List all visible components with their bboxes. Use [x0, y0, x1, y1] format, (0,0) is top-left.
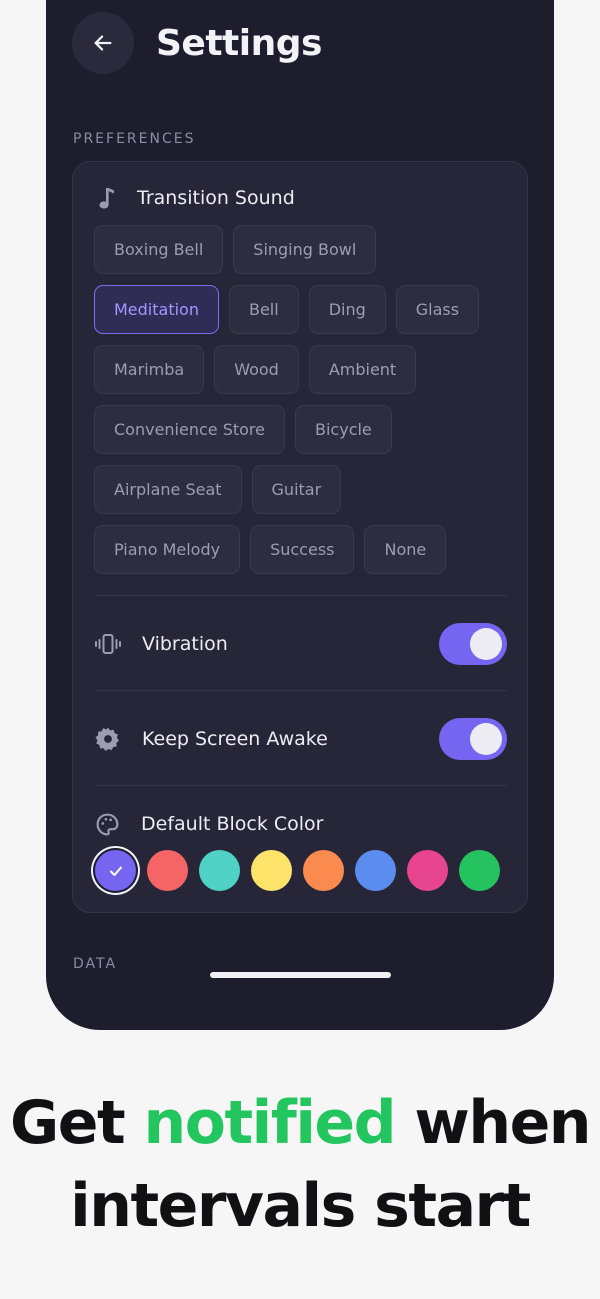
sound-chip-piano-melody[interactable]: Piano Melody: [94, 525, 241, 574]
marketing-tagline: Get notified when intervals start: [0, 1082, 600, 1248]
block-color-row: Default Block Color: [95, 800, 507, 848]
chip-row: Boxing Bell Singing Bowl: [94, 225, 514, 274]
arrow-left-icon: [94, 35, 112, 51]
chip-row: Convenience Store Bicycle: [94, 405, 514, 454]
color-swatch[interactable]: [459, 850, 500, 891]
keep-awake-label: Keep Screen Awake: [142, 728, 328, 750]
tagline-line-1: Get notified when: [0, 1082, 600, 1165]
color-swatch[interactable]: [355, 850, 396, 891]
phone-screen: Settings PREFERENCES Transition Sound Bo…: [46, 0, 554, 1030]
header: Settings: [72, 12, 322, 74]
divider: [95, 690, 507, 691]
transition-sound-label: Transition Sound: [137, 187, 295, 209]
chip-row: Piano Melody Success None: [94, 525, 514, 574]
sound-chip-bicycle[interactable]: Bicycle: [295, 405, 392, 454]
tagline-accent: notified: [143, 1088, 397, 1158]
sound-chip-convenience-store[interactable]: Convenience Store: [94, 405, 285, 454]
color-swatch[interactable]: [147, 850, 188, 891]
sound-chip-boxing-bell[interactable]: Boxing Bell: [94, 225, 224, 274]
sound-chip-ding[interactable]: Ding: [308, 285, 386, 334]
tagline-start: Get: [10, 1088, 144, 1158]
sound-chip-bell[interactable]: Bell: [228, 285, 299, 334]
sound-chip-singing-bowl[interactable]: Singing Bowl: [233, 225, 377, 274]
sound-chip-meditation[interactable]: Meditation: [94, 285, 219, 334]
home-indicator: [210, 972, 391, 978]
chip-row: Meditation Bell Ding Glass: [94, 285, 514, 334]
sound-chip-none[interactable]: None: [364, 525, 447, 574]
chip-row: Airplane Seat Guitar: [94, 465, 514, 514]
check-icon: [109, 866, 122, 876]
sound-chip-guitar[interactable]: Guitar: [251, 465, 342, 514]
keep-awake-row: Keep Screen Awake: [95, 715, 507, 763]
toggle-knob: [470, 628, 502, 660]
tagline-end: when: [395, 1088, 591, 1158]
section-label-preferences: PREFERENCES: [73, 131, 196, 147]
sound-options: Boxing Bell Singing Bowl Meditation Bell Din…: [94, 225, 514, 585]
sound-chip-glass[interactable]: Glass: [395, 285, 480, 334]
sound-chip-airplane-seat[interactable]: Airplane Seat: [94, 465, 242, 514]
palette-icon: [96, 813, 119, 835]
vibration-row: Vibration: [95, 620, 507, 668]
page-title: Settings: [156, 22, 322, 64]
tagline-line-2: intervals start: [70, 1171, 531, 1241]
divider: [95, 595, 507, 596]
sound-chip-success[interactable]: Success: [250, 525, 355, 574]
divider: [95, 785, 507, 786]
transition-sound-header: Transition Sound: [95, 186, 295, 210]
sound-chip-wood[interactable]: Wood: [214, 345, 299, 394]
color-swatch[interactable]: [251, 850, 292, 891]
chip-row: Marimba Wood Ambient: [94, 345, 514, 394]
color-swatch[interactable]: [407, 850, 448, 891]
color-swatch[interactable]: [199, 850, 240, 891]
sound-chip-ambient[interactable]: Ambient: [308, 345, 417, 394]
gear-icon: [95, 727, 119, 752]
vibration-toggle[interactable]: [439, 623, 507, 665]
back-button[interactable]: [72, 12, 134, 74]
sound-chip-marimba[interactable]: Marimba: [94, 345, 205, 394]
vibration-icon: [95, 634, 121, 654]
color-swatch[interactable]: [95, 850, 136, 891]
vibration-label: Vibration: [142, 633, 228, 655]
color-swatch[interactable]: [303, 850, 344, 891]
color-swatches: [95, 850, 500, 891]
preferences-card: Transition Sound Boxing Bell Singing Bowl…: [72, 161, 528, 913]
toggle-knob: [470, 723, 502, 755]
keep-awake-toggle[interactable]: [439, 718, 507, 760]
section-label-data: DATA: [73, 956, 118, 972]
music-note-icon: [99, 188, 114, 209]
block-color-label: Default Block Color: [141, 813, 324, 835]
